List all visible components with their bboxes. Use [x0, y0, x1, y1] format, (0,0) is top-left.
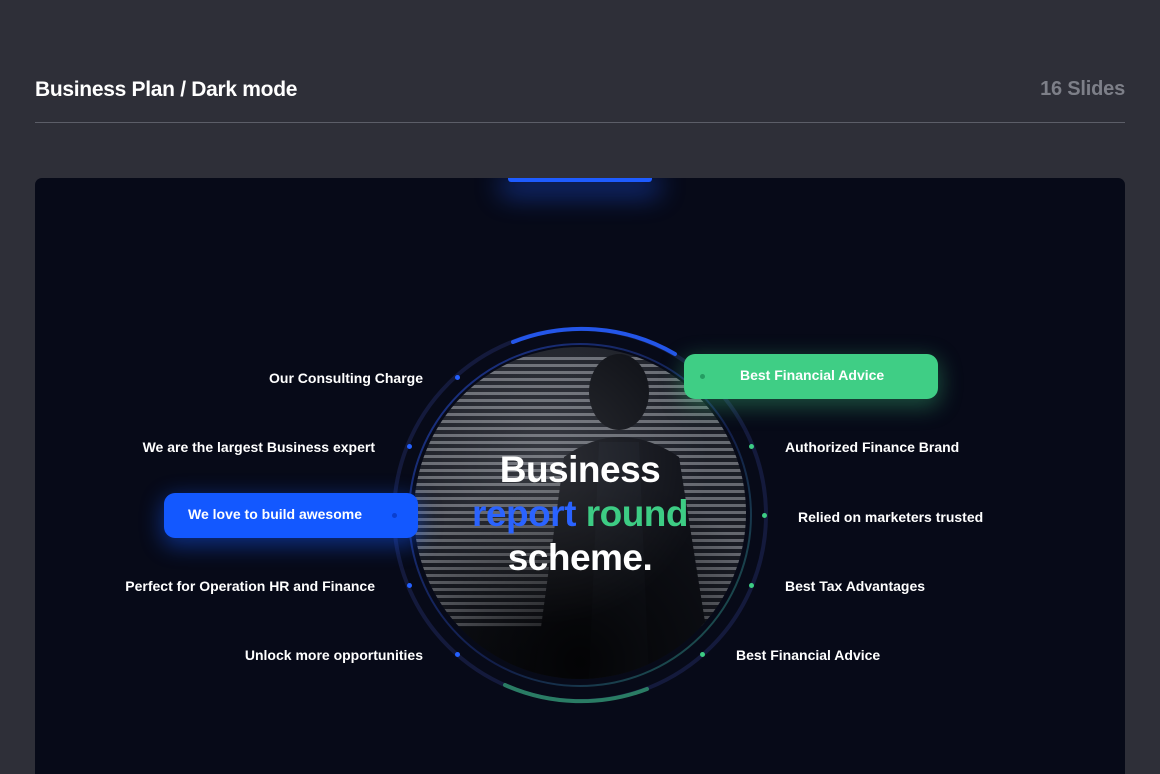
right-dot-3	[762, 513, 767, 518]
right-dot-4	[749, 583, 754, 588]
presentation-preview-page: Business Plan / Dark mode 16 Slides Busi…	[0, 0, 1160, 774]
left-dot-2	[407, 444, 412, 449]
slide-preview[interactable]: Business report round scheme. We love to…	[35, 178, 1125, 774]
left-dot-1	[455, 375, 460, 380]
headline-line-3: scheme.	[507, 537, 653, 578]
right-label-3: Relied on marketers trusted	[798, 509, 984, 525]
headline-word-report: report	[472, 493, 576, 534]
slide-headline: Business report round scheme.	[410, 448, 750, 580]
pill-label-right: Best Financial Advice	[740, 367, 885, 383]
page-title: Business Plan / Dark mode	[35, 78, 298, 101]
left-dot-5	[455, 652, 460, 657]
highlight-pill-green[interactable]: Best Financial Advice	[684, 354, 938, 399]
left-label-5: Unlock more opportunities	[244, 647, 423, 663]
headline-word-round: round	[585, 493, 689, 534]
outer-ring-green-arc	[503, 683, 649, 704]
right-label-5: Best Financial Advice	[736, 647, 881, 663]
right-label-2: Authorized Finance Brand	[785, 439, 960, 455]
headline-line-1: Business	[499, 449, 661, 490]
pill-dot-right	[700, 374, 705, 379]
left-dot-4	[407, 583, 412, 588]
left-label-1: Our Consulting Charge	[269, 370, 423, 386]
left-label-4: Perfect for Operation HR and Finance	[125, 578, 375, 594]
header-divider	[35, 122, 1125, 123]
right-label-4: Best Tax Advantages	[785, 578, 926, 594]
pill-label-left: We love to build awesome	[188, 506, 363, 522]
headline-line-2: report round	[410, 492, 750, 536]
left-label-2: We are the largest Business expert	[142, 439, 375, 455]
pill-dot-left	[392, 513, 397, 518]
right-dot-2	[749, 444, 754, 449]
highlight-pill-blue[interactable]: We love to build awesome	[164, 493, 418, 538]
slide-count: 16 Slides	[1040, 78, 1125, 100]
right-dot-5	[700, 652, 705, 657]
